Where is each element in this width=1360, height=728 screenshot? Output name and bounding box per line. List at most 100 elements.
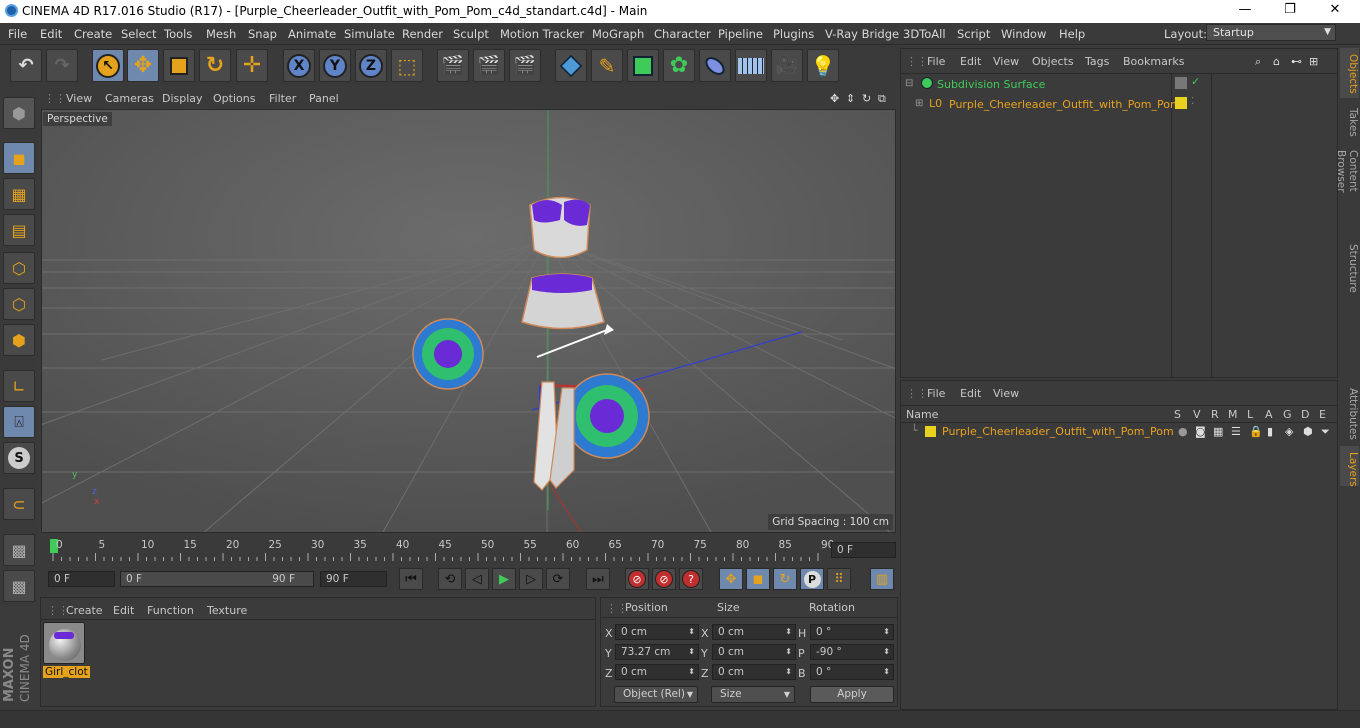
menu-3dtoall[interactable]: 3DToAll	[903, 27, 946, 41]
menu-snap[interactable]: Snap	[248, 27, 277, 41]
layer-row[interactable]: └ Purple_Cheerleader_Outfit_with_Pom_Pom…	[905, 424, 1335, 441]
render-clapboard-icon[interactable]: ▦	[1213, 425, 1223, 438]
layers-menu-edit[interactable]: Edit	[960, 387, 981, 400]
lock-icon[interactable]: 🔒	[1249, 425, 1263, 438]
frame-range-slider[interactable]: 0 F 90 F	[120, 571, 314, 587]
subdivision-surface-button[interactable]	[627, 49, 659, 82]
points-mode-button[interactable]: ⬡	[3, 252, 35, 284]
objects-menu-objects[interactable]: Objects	[1032, 55, 1074, 68]
column-animation[interactable]: A	[1265, 408, 1273, 421]
menu-simulate[interactable]: Simulate	[344, 27, 395, 41]
apply-button[interactable]: Apply	[810, 686, 894, 703]
expand-icon[interactable]: ⊞	[915, 98, 923, 109]
magnet-button[interactable]: ⊂	[3, 488, 35, 520]
menu-pipeline[interactable]: Pipeline	[718, 27, 763, 41]
layer-color-icon[interactable]	[1175, 97, 1187, 109]
column-generators[interactable]: G	[1283, 408, 1292, 421]
menu-sculpt[interactable]: Sculpt	[453, 27, 489, 41]
transform-tool-button[interactable]: ✛	[236, 49, 268, 82]
layout-dropdown[interactable]: Startup ▼	[1206, 24, 1336, 41]
key-rotation-button[interactable]: ↻	[773, 568, 797, 590]
cube-object-button[interactable]	[555, 49, 587, 82]
material-menu-function[interactable]: Function	[147, 604, 194, 617]
live-selection-button[interactable]: ↖	[92, 49, 124, 82]
rotate-tool-button[interactable]: ↻	[199, 49, 231, 82]
key-scale-button[interactable]: ◼	[746, 568, 770, 590]
go-to-start-button[interactable]: ⏮	[399, 568, 423, 590]
generator-icon[interactable]: ◈	[1285, 425, 1293, 438]
pos-z-field[interactable]: 0 cm ⬍	[615, 664, 699, 680]
floor-button[interactable]	[735, 49, 767, 82]
menu-file[interactable]: File	[8, 27, 27, 41]
column-solo[interactable]: S	[1174, 408, 1181, 421]
size-mode-dropdown[interactable]: Size ▼	[711, 686, 795, 703]
menu-motion-tracker[interactable]: Motion Tracker	[500, 27, 584, 41]
make-editable-button[interactable]: ⬢	[3, 97, 35, 129]
column-render[interactable]: R	[1211, 408, 1219, 421]
pos-x-field[interactable]: 0 cm ⬍	[615, 624, 699, 640]
move-tool-button[interactable]: ✥	[127, 49, 159, 82]
x-axis-button[interactable]: X	[283, 49, 315, 82]
viewport-menu-display[interactable]: Display	[162, 92, 203, 105]
deformer-icon[interactable]: ⬢	[1303, 425, 1313, 438]
tab-structure[interactable]: Structure	[1340, 238, 1359, 298]
expression-icon[interactable]: ⏷	[1321, 425, 1330, 439]
start-frame-field[interactable]: 0 F	[48, 571, 115, 587]
layer-color-icon[interactable]	[925, 426, 936, 437]
column-name[interactable]: Name	[906, 408, 938, 421]
edges-mode-button[interactable]: ⬡	[3, 288, 35, 320]
menu-mograph[interactable]: MoGraph	[592, 27, 644, 41]
deformer-button[interactable]	[699, 49, 731, 82]
visibility-dots-icon[interactable]: ⁚	[1191, 96, 1194, 107]
keyframe-selection-button[interactable]: ?	[679, 568, 703, 590]
viewport-menu-view[interactable]: View	[66, 92, 92, 105]
key-position-button[interactable]: ✥	[719, 568, 743, 590]
pom-pom-right[interactable]	[564, 373, 650, 459]
material-name-label[interactable]: Girl_clot	[43, 666, 90, 678]
cloner-button[interactable]: ✿	[663, 49, 695, 82]
model-mode-button[interactable]: ◼	[3, 142, 35, 174]
menu-render[interactable]: Render	[402, 27, 443, 41]
layers-menu-file[interactable]: File	[927, 387, 945, 400]
viewport-rotate-icon[interactable]: ↻	[862, 92, 871, 105]
menu-vray-bridge[interactable]: V-Ray Bridge	[825, 27, 899, 41]
column-visible[interactable]: V	[1193, 408, 1201, 421]
render-view-button[interactable]: 🎬	[437, 49, 469, 82]
object-row-subdivision[interactable]: ⊟ Subdivision Surface ✓	[905, 75, 1335, 94]
tweak-mode-button[interactable]: ⍓	[3, 406, 35, 438]
size-x-field[interactable]: 0 cm ⬍	[712, 624, 796, 640]
timeline-window-button[interactable]: ▥	[870, 568, 894, 590]
end-frame-field[interactable]: 90 F	[320, 571, 387, 587]
redo-button[interactable]: ↷	[46, 49, 78, 82]
autokeying-button[interactable]: ⊘	[652, 568, 676, 590]
manager-icon[interactable]: ☰	[1231, 425, 1241, 438]
lock-workplane-button[interactable]: ▩	[3, 534, 35, 566]
menu-tools[interactable]: Tools	[164, 27, 192, 41]
scale-tool-button[interactable]	[163, 49, 195, 82]
rot-h-field[interactable]: 0 ° ⬍	[810, 624, 894, 640]
menu-plugins[interactable]: Plugins	[773, 27, 814, 41]
polygons-mode-button[interactable]: ⬢	[3, 324, 35, 356]
rot-p-field[interactable]: -90 ° ⬍	[810, 644, 894, 660]
render-tag-icon[interactable]	[1175, 77, 1187, 89]
tab-attributes[interactable]: Attributes	[1340, 382, 1359, 442]
menu-mesh[interactable]: Mesh	[206, 27, 236, 41]
tab-objects[interactable]: Objects	[1340, 48, 1359, 98]
objects-menu-view[interactable]: View	[993, 55, 1019, 68]
size-z-field[interactable]: 0 cm ⬍	[712, 664, 796, 680]
column-manager[interactable]: M	[1228, 408, 1238, 421]
objects-menu-tags[interactable]: Tags	[1085, 55, 1109, 68]
menu-animate[interactable]: Animate	[288, 27, 336, 41]
next-frame-button[interactable]: ▷	[519, 568, 543, 590]
3d-viewport[interactable]: Perspective Grid Spacing : 100 cm y x z	[41, 109, 896, 533]
next-keyframe-button[interactable]: ⟳	[546, 568, 570, 590]
previous-keyframe-button[interactable]: ⟲	[438, 568, 462, 590]
objects-menu-file[interactable]: File	[927, 55, 945, 68]
menu-edit[interactable]: Edit	[40, 27, 62, 41]
column-locked[interactable]: L	[1247, 408, 1253, 421]
material-menu-texture[interactable]: Texture	[207, 604, 247, 617]
viewport-menu-options[interactable]: Options	[213, 92, 255, 105]
tab-content-browser[interactable]: Content Browser	[1335, 144, 1359, 234]
camera-button[interactable]: 🎥	[771, 49, 803, 82]
previous-frame-button[interactable]: ◁	[465, 568, 489, 590]
